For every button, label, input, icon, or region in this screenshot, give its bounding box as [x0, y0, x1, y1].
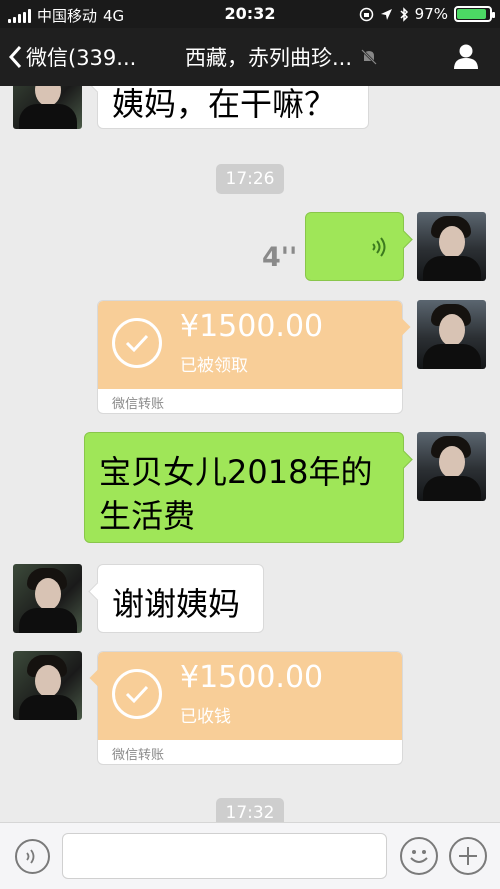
- my-avatar[interactable]: [417, 300, 486, 369]
- voice-duration: 4'': [262, 242, 298, 273]
- my-avatar[interactable]: [417, 212, 486, 281]
- status-bar: 中国移动 4G 20:32 97%: [0, 0, 500, 28]
- friend-avatar[interactable]: [13, 564, 82, 633]
- message-text-line-2: 生活费: [99, 497, 196, 535]
- timestamp: 17:26: [216, 164, 284, 194]
- message-bubble[interactable]: 姨妈，在干嘛？: [88, 86, 369, 129]
- input-bar: [0, 822, 500, 889]
- voice-icon[interactable]: [15, 839, 50, 874]
- transfer-amount: ¥1500.00: [180, 309, 324, 344]
- friend-avatar[interactable]: [13, 86, 82, 129]
- battery-fill: [457, 9, 487, 19]
- person-icon: [454, 44, 478, 69]
- chat-title-text: 西藏，赤列曲珍...: [185, 46, 353, 70]
- transfer-card[interactable]: ¥1500.00 已被领取 微信转账: [97, 300, 411, 414]
- voice-message-bubble[interactable]: [305, 212, 413, 281]
- transfer-label: 微信转账: [112, 748, 165, 763]
- transfer-amount: ¥1500.00: [180, 660, 324, 695]
- chevron-left-icon: [8, 45, 22, 69]
- emoji-icon[interactable]: [400, 837, 438, 875]
- chat-title: 西藏，赤列曲珍...: [185, 42, 378, 72]
- back-label: 微信(339...: [26, 46, 137, 70]
- timestamp: 17:32: [216, 798, 284, 822]
- back-button[interactable]: 微信(339...: [8, 42, 136, 72]
- location-icon: [380, 8, 392, 20]
- transfer-status: 已被领取: [180, 356, 248, 376]
- battery-icon: [454, 6, 495, 22]
- chat-info-button[interactable]: [452, 42, 480, 74]
- message-input[interactable]: [62, 833, 387, 879]
- message-text: 姨妈，在干嘛？: [112, 86, 337, 123]
- my-avatar[interactable]: [417, 432, 486, 501]
- message-bubble[interactable]: 宝贝女儿2018年的 生活费: [84, 432, 413, 543]
- friend-avatar[interactable]: [13, 651, 82, 720]
- rotation-lock-icon: [359, 7, 373, 21]
- plus-icon[interactable]: [449, 837, 487, 875]
- check-circle-icon: [112, 669, 162, 719]
- transfer-label: 微信转账: [112, 397, 165, 412]
- message-text: 谢谢姨妈: [112, 585, 241, 623]
- message-text-line-1: 宝贝女儿2018年的: [99, 453, 373, 491]
- transfer-card[interactable]: ¥1500.00 已收钱 微信转账: [89, 651, 403, 765]
- transfer-status: 已收钱: [180, 707, 231, 727]
- voice-wave-icon: [372, 237, 386, 257]
- bluetooth-icon: [400, 6, 408, 22]
- status-right: 97%: [359, 5, 495, 23]
- chat-area[interactable]: 姨妈，在干嘛？ 17:26 4'' ¥1500.00 已被领取 微信转账 宝贝女: [0, 86, 500, 822]
- check-circle-icon: [112, 318, 162, 368]
- mute-bell-icon: [361, 49, 377, 65]
- battery-percent: 97%: [414, 5, 448, 23]
- message-bubble[interactable]: 谢谢姨妈: [88, 564, 264, 633]
- nav-bar: 微信(339... 西藏，赤列曲珍...: [0, 28, 500, 86]
